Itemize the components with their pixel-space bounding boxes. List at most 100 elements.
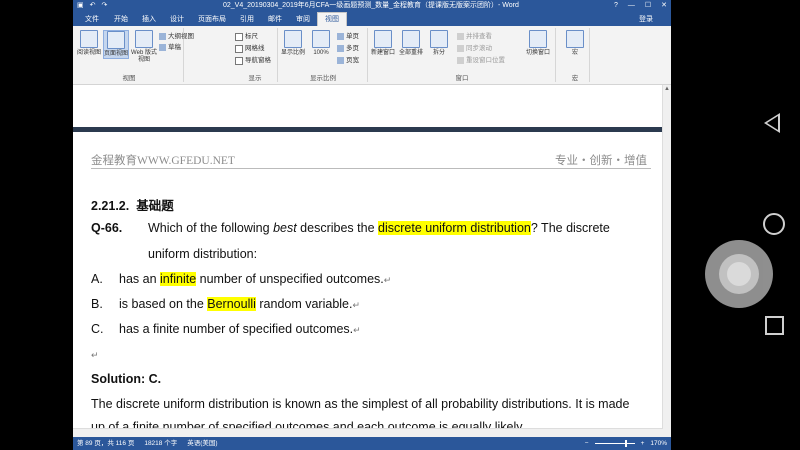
draft-button[interactable]: 草稿 — [159, 43, 181, 52]
recents-icon[interactable] — [765, 316, 784, 335]
minimize-button[interactable]: — — [628, 0, 635, 12]
option-c: C. — [91, 322, 104, 336]
document-area[interactable] — [73, 85, 663, 437]
question-text-best: best — [273, 221, 297, 235]
page-width-icon — [337, 57, 344, 64]
macros-label: 宏 — [571, 50, 578, 56]
tab-insert[interactable]: 插入 — [135, 13, 163, 26]
solution-text: The discrete uniform distribution is kno… — [91, 397, 630, 411]
question-line-1: Q-66. — [91, 221, 122, 235]
page-count[interactable]: 第 89 页，共 116 页 — [77, 437, 134, 450]
assistive-touch-icon[interactable] — [705, 240, 773, 308]
sync-scroll-button[interactable]: 同步滚动 — [457, 44, 492, 53]
option-c-pre: has a finite number of specified outcome… — [119, 322, 354, 336]
read-mode-button[interactable]: 阅读视图 — [77, 30, 101, 57]
multi-page-label: 多页 — [346, 45, 359, 52]
solution-label: Solution: C. — [91, 372, 162, 386]
login-link[interactable]: 登录 — [639, 14, 653, 24]
tab-mailings[interactable]: 邮件 — [261, 13, 289, 26]
language[interactable]: 英语(美国) — [187, 437, 217, 450]
empty-paragraph: ↵ — [91, 347, 99, 361]
help-button[interactable]: ? — [614, 0, 618, 12]
side-by-side-icon — [457, 33, 464, 40]
option-b: B. — [91, 297, 103, 311]
back-icon[interactable] — [764, 113, 780, 133]
outline-icon — [159, 33, 166, 40]
scroll-up-icon[interactable]: ▲ — [663, 85, 671, 93]
option-a-letter: A. — [91, 272, 103, 286]
reset-position-button[interactable]: 重设窗口位置 — [457, 56, 505, 65]
side-by-side-label: 并排查看 — [466, 33, 492, 40]
paragraph-mark: ↵ — [353, 325, 361, 335]
web-layout-button[interactable]: Web 版式视图 — [131, 30, 157, 64]
zoom-label: 显示比例 — [281, 50, 306, 56]
horizontal-scrollbar[interactable] — [73, 428, 663, 437]
zoom-level[interactable]: 170% — [650, 437, 667, 450]
quick-access-toolbar: ▣ ↶ ↷ — [77, 0, 107, 12]
macros-icon — [566, 30, 584, 48]
group-zoom: 显示比例 100% 单页 多页 页宽 显示比例 — [279, 28, 368, 82]
vertical-scrollbar[interactable]: ▲ — [662, 85, 671, 437]
group-views-label: 视图 — [122, 75, 136, 82]
zoom-out-icon[interactable]: − — [585, 437, 589, 450]
one-page-button[interactable]: 单页 — [337, 32, 359, 41]
new-window-button[interactable]: 新建窗口 — [371, 30, 395, 57]
side-by-side-button[interactable]: 并排查看 — [457, 32, 492, 41]
option-a-highlight: infinite — [160, 272, 197, 286]
read-mode-icon — [80, 30, 98, 48]
zoom-100-button[interactable]: 100% — [309, 30, 333, 57]
switch-window-label: 切换窗口 — [525, 50, 550, 56]
ribbon: 阅读视图 页面视图 Web 版式视图 大纲视图 草稿 视图 标尺 网格线 导航窗… — [73, 26, 671, 85]
arrange-all-button[interactable]: 全部重排 — [399, 30, 423, 57]
home-icon[interactable] — [763, 213, 785, 235]
zoom-button[interactable]: 显示比例 — [281, 30, 305, 57]
zoom-100-label: 100% — [313, 50, 329, 56]
redo-icon[interactable]: ↷ — [102, 0, 108, 12]
word-count[interactable]: 18218 个字 — [144, 437, 177, 450]
question-text-line-2: uniform distribution: — [148, 247, 258, 261]
switch-window-button[interactable]: 切换窗口 — [525, 30, 551, 57]
window-title: 02_V4_20190304_2019年6月CFA一级画题预测_数量_金程教育（… — [223, 2, 519, 9]
maximize-button[interactable]: ☐ — [645, 0, 651, 12]
option-b-pre: is based on the — [119, 297, 208, 311]
zoom-icon — [284, 30, 302, 48]
question-highlight: discrete uniform distribution — [378, 221, 531, 235]
one-page-label: 单页 — [346, 33, 359, 40]
question-text-b: describes the — [296, 221, 378, 235]
question-number: Q-66. — [91, 221, 123, 235]
outline-button[interactable]: 大纲视图 — [159, 32, 194, 41]
title-bar: ▣ ↶ ↷ 02_V4_20190304_2019年6月CFA一级画题预测_数量… — [73, 0, 671, 12]
page-break-gap — [73, 127, 663, 132]
header-divider — [91, 168, 651, 169]
ruler-checkbox[interactable]: 标尺 — [235, 32, 258, 41]
tab-view[interactable]: 视图 — [317, 12, 347, 26]
print-layout-label: 页面视图 — [104, 51, 129, 57]
save-icon[interactable]: ▣ — [77, 0, 84, 12]
macros-button[interactable]: 宏 — [563, 30, 587, 57]
tab-file[interactable]: 文件 — [77, 13, 107, 26]
status-bar: 第 89 页，共 116 页 18218 个字 英语(美国) − + 170% — [73, 437, 671, 450]
undo-icon[interactable]: ↶ — [90, 0, 96, 12]
tab-home[interactable]: 开始 — [107, 13, 135, 26]
arrange-all-icon — [402, 30, 420, 48]
gridlines-checkbox[interactable]: 网格线 — [235, 44, 265, 53]
zoom-slider[interactable] — [594, 440, 635, 447]
print-layout-button[interactable]: 页面视图 — [103, 30, 129, 59]
zoom-100-icon — [312, 30, 330, 48]
paragraph-mark: ↵ — [352, 300, 361, 310]
split-label: 拆分 — [432, 50, 445, 56]
tab-review[interactable]: 审阅 — [289, 13, 317, 26]
gridlines-label: 网格线 — [245, 45, 265, 52]
zoom-in-icon[interactable]: + — [641, 437, 645, 450]
tab-references[interactable]: 引用 — [233, 13, 261, 26]
tab-design[interactable]: 设计 — [163, 13, 191, 26]
multi-page-button[interactable]: 多页 — [337, 44, 359, 53]
close-button[interactable]: ✕ — [661, 0, 667, 12]
option-b-highlight: Bernoulli — [207, 297, 256, 311]
page-width-label: 页宽 — [346, 57, 359, 64]
page-width-button[interactable]: 页宽 — [337, 56, 359, 65]
split-icon — [430, 30, 448, 48]
nav-pane-checkbox[interactable]: 导航窗格 — [235, 56, 271, 65]
tab-layout[interactable]: 页面布局 — [191, 13, 233, 26]
split-button[interactable]: 拆分 — [427, 30, 451, 57]
